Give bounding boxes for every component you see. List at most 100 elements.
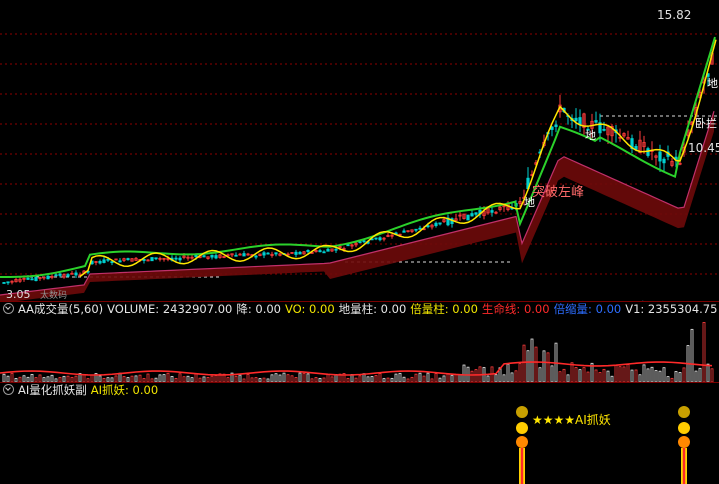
signal-bar-core: [520, 448, 524, 484]
volume-bar: [194, 373, 198, 383]
volume-bar: [470, 370, 474, 383]
volume-bar: [118, 372, 122, 383]
volume-bar: [494, 374, 498, 383]
volume-bar: [394, 373, 398, 383]
candle-body: [174, 257, 178, 260]
candle-body: [594, 120, 598, 123]
volume-bar: [518, 363, 522, 383]
volume-bar: [162, 374, 166, 383]
volume-bar: [50, 374, 54, 383]
bei-suo-value: 倍缩量: 0.00: [553, 302, 622, 316]
wolan-label: 卧拦: [695, 116, 717, 130]
collapse-toggle-icon-2[interactable]: [3, 384, 14, 395]
bei-liang-value: 倍量柱: 0.00: [410, 302, 478, 316]
volume-bar: [522, 344, 526, 383]
candle-body: [74, 272, 78, 276]
signal-bar-core: [682, 448, 686, 484]
volume-bar: [446, 373, 450, 383]
volume-chart-svg[interactable]: [0, 316, 719, 383]
price-chart-panel[interactable]: 15.82 10.45 突破左峰 地 地 地 卧拦 3.05 太数码 财 ^: [0, 0, 719, 315]
ai-signal-svg[interactable]: ★★★★AI抓妖: [0, 398, 719, 484]
volume-bar: [614, 364, 618, 383]
candle-body: [30, 278, 34, 281]
volume-bar: [638, 374, 642, 383]
money-bag-icon: [516, 406, 528, 418]
trend-band: [0, 111, 714, 303]
v1-value: V1: 2355304.75: [625, 302, 718, 316]
di-label-2: 地: [585, 129, 596, 142]
jiang-value: 降: 0.00: [236, 302, 281, 316]
candle-body: [210, 254, 214, 258]
volume-bar: [566, 374, 570, 383]
candle-body: [106, 258, 110, 261]
volume-bar: [90, 374, 94, 383]
volume-bar: [282, 372, 286, 383]
volume-value: VOLUME: 2432907.00: [107, 302, 233, 316]
volume-bar: [622, 366, 626, 383]
ai-signal-panel[interactable]: ★★★★AI抓妖: [0, 398, 719, 484]
candle-body: [378, 237, 382, 241]
volume-panel[interactable]: [0, 316, 719, 383]
candle-body: [658, 151, 662, 162]
volume-bar: [606, 370, 610, 383]
volume-bar: [450, 374, 454, 383]
candle-body: [6, 281, 10, 284]
smile-icon: [516, 422, 528, 434]
volume-bar: [594, 369, 598, 383]
volume-bar: [286, 374, 290, 383]
volume-bar: [558, 371, 562, 383]
candle-body: [402, 230, 406, 233]
candle-body: [274, 252, 278, 255]
low-price-label: 3.05: [6, 288, 31, 301]
di-label-3: 地: [707, 77, 718, 90]
volume-bar: [634, 369, 638, 383]
volume-bar: [138, 374, 142, 383]
volume-indicator-title[interactable]: AA成交量(5,60): [18, 302, 103, 316]
di-liang-value: 地量柱: 0.00: [338, 302, 407, 316]
candle-body: [194, 255, 198, 258]
signal-label-1: ★★★★AI抓妖: [532, 413, 611, 427]
candle-body: [234, 254, 238, 257]
volume-bar: [418, 372, 422, 383]
volume-bar: [278, 374, 282, 383]
volume-bar: [166, 372, 170, 383]
volume-bar: [570, 362, 574, 383]
candle-body: [662, 158, 666, 164]
candle-body: [298, 251, 302, 255]
volume-bar: [306, 373, 310, 383]
candle-body: [266, 252, 270, 255]
candle-body: [26, 277, 30, 280]
sub-indicator-header: AI量化抓妖副 AI抓妖: 0.00: [0, 382, 719, 398]
candle-body: [110, 261, 114, 264]
candle-body: [202, 255, 206, 258]
volume-bar: [326, 374, 330, 383]
candle-body: [574, 117, 578, 122]
smile-icon: [678, 422, 690, 434]
candle-body: [58, 273, 62, 276]
volume-bar: [626, 364, 630, 383]
volume-bar: [642, 364, 646, 383]
candle-body: [118, 260, 122, 263]
volume-bar: [662, 367, 666, 383]
candle-body: [362, 240, 366, 243]
volume-bar: [578, 369, 582, 383]
candle-body: [66, 274, 70, 277]
price-chart-svg[interactable]: 15.82 10.45 突破左峰 地 地 地 卧拦 3.05 太数码 财 ^: [0, 0, 719, 315]
ma-green-line: [0, 36, 716, 278]
candle-body: [554, 124, 558, 127]
volume-bar: [82, 374, 86, 383]
sub-indicator-title[interactable]: AI量化抓妖副: [18, 383, 87, 397]
volume-bar: [2, 373, 6, 383]
volume-bar: [654, 370, 658, 383]
volume-bar: [458, 374, 462, 383]
volume-bar: [298, 372, 302, 383]
ai-zhuayao-value: AI抓妖: 0.00: [90, 383, 159, 397]
stock-chart-window: 15.82 10.45 突破左峰 地 地 地 卧拦 3.05 太数码 财 ^ A…: [0, 0, 719, 484]
volume-bar: [178, 373, 182, 383]
volume-bar: [534, 346, 538, 383]
price-high-label: 15.82: [657, 8, 691, 22]
candle-body: [306, 249, 310, 252]
volume-bar: [582, 367, 586, 383]
volume-bar: [10, 372, 14, 383]
collapse-toggle-icon[interactable]: [3, 303, 14, 314]
